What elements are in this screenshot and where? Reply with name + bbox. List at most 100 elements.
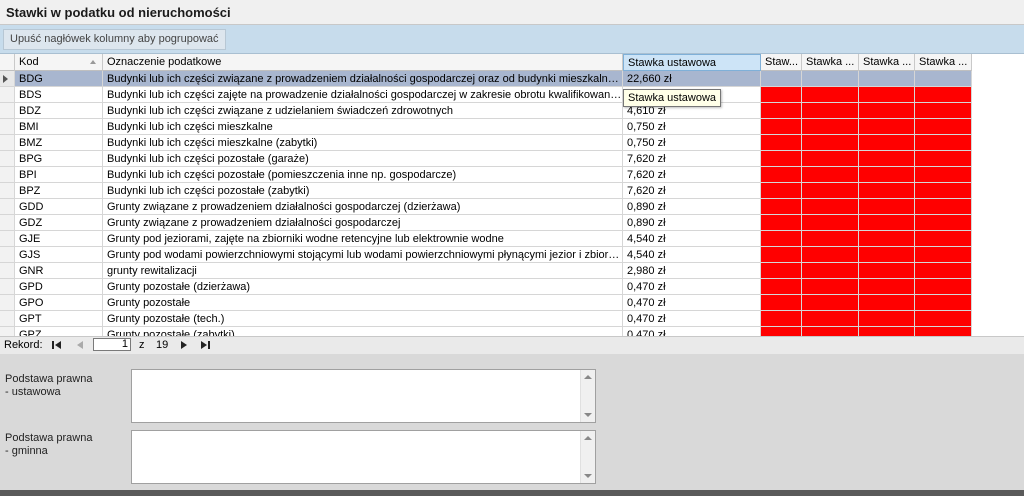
column-header-stawka-4[interactable]: Stawka ... — [915, 54, 972, 71]
cell-stawka-extra[interactable] — [915, 215, 972, 231]
row-indicator[interactable] — [0, 135, 15, 151]
cell-stawka-extra[interactable] — [761, 119, 802, 135]
rates-grid[interactable]: Kod Oznaczenie podatkowe Stawka ustawowa… — [0, 54, 1024, 336]
cell-kod[interactable]: GPT — [15, 311, 103, 327]
cell-stawka[interactable]: 4,540 zł — [623, 247, 761, 263]
cell-stawka-extra[interactable] — [915, 295, 972, 311]
row-indicator[interactable] — [0, 295, 15, 311]
column-header-stawka-ustawowa[interactable]: Stawka ustawowa — [623, 54, 761, 71]
cell-stawka-extra[interactable] — [915, 279, 972, 295]
cell-stawka-extra[interactable] — [761, 327, 802, 336]
cell-kod[interactable]: GNR — [15, 263, 103, 279]
cell-stawka-extra[interactable] — [859, 119, 915, 135]
row-indicator[interactable] — [0, 247, 15, 263]
first-record-button[interactable] — [50, 339, 64, 352]
row-indicator[interactable] — [0, 215, 15, 231]
cell-stawka-extra[interactable] — [859, 279, 915, 295]
cell-stawka-extra[interactable] — [915, 167, 972, 183]
last-record-button[interactable] — [199, 339, 213, 352]
cell-kod[interactable]: BPG — [15, 151, 103, 167]
cell-oznaczenie[interactable]: Budynki lub ich części pozostałe (pomies… — [103, 167, 623, 183]
cell-stawka-extra[interactable] — [761, 167, 802, 183]
cell-stawka-extra[interactable] — [859, 135, 915, 151]
cell-kod[interactable]: GDZ — [15, 215, 103, 231]
cell-stawka-extra[interactable] — [915, 87, 972, 103]
row-indicator[interactable] — [0, 183, 15, 199]
cell-stawka-extra[interactable] — [761, 279, 802, 295]
next-record-button[interactable] — [177, 339, 191, 352]
previous-record-button[interactable] — [74, 339, 88, 352]
cell-stawka-extra[interactable] — [859, 199, 915, 215]
column-header-stawka-1[interactable]: Staw... — [761, 54, 802, 71]
cell-oznaczenie[interactable]: Budynki lub ich części zajęte na prowadz… — [103, 87, 623, 103]
cell-stawka-extra[interactable] — [802, 263, 859, 279]
cell-stawka-extra[interactable] — [802, 215, 859, 231]
memo-scrollbar[interactable] — [580, 431, 595, 483]
cell-stawka[interactable]: 7,620 zł — [623, 183, 761, 199]
cell-stawka-extra[interactable] — [915, 231, 972, 247]
table-row[interactable]: BDS Budynki lub ich części zajęte na prow… — [0, 87, 972, 103]
cell-stawka-extra[interactable] — [802, 311, 859, 327]
row-indicator[interactable] — [0, 119, 15, 135]
cell-stawka-extra[interactable] — [802, 231, 859, 247]
cell-stawka-extra[interactable] — [761, 215, 802, 231]
cell-kod[interactable]: GPZ — [15, 327, 103, 336]
cell-oznaczenie[interactable]: Budynki lub ich części związane z udziel… — [103, 103, 623, 119]
memo-scrollbar[interactable] — [580, 370, 595, 422]
cell-stawka-extra[interactable] — [915, 119, 972, 135]
cell-stawka-extra[interactable] — [859, 103, 915, 119]
cell-kod[interactable]: GPO — [15, 295, 103, 311]
table-row[interactable]: GPT Grunty pozostałe (tech.) 0,470 zł — [0, 311, 972, 327]
row-indicator[interactable] — [0, 151, 15, 167]
cell-kod[interactable]: GPD — [15, 279, 103, 295]
cell-stawka-extra[interactable] — [761, 247, 802, 263]
cell-stawka[interactable]: 0,750 zł — [623, 135, 761, 151]
table-row[interactable]: GJE Grunty pod jeziorami, zajęte na zbior… — [0, 231, 972, 247]
row-indicator[interactable] — [0, 103, 15, 119]
row-indicator[interactable] — [0, 167, 15, 183]
column-header-stawka-3[interactable]: Stawka ... — [859, 54, 915, 71]
cell-stawka-extra[interactable] — [915, 183, 972, 199]
cell-stawka-extra[interactable] — [915, 311, 972, 327]
cell-stawka-extra[interactable] — [859, 71, 915, 87]
table-row[interactable]: BPI Budynki lub ich części pozostałe (pom… — [0, 167, 972, 183]
cell-oznaczenie[interactable]: grunty rewitalizacji — [103, 263, 623, 279]
cell-stawka-extra[interactable] — [802, 103, 859, 119]
cell-stawka-extra[interactable] — [915, 103, 972, 119]
cell-kod[interactable]: BDG — [15, 71, 103, 87]
cell-kod[interactable]: GDD — [15, 199, 103, 215]
cell-stawka-extra[interactable] — [761, 151, 802, 167]
row-indicator[interactable] — [0, 71, 15, 87]
column-header-kod[interactable]: Kod — [15, 54, 103, 71]
cell-stawka-extra[interactable] — [915, 135, 972, 151]
cell-stawka-extra[interactable] — [915, 151, 972, 167]
cell-stawka[interactable]: 0,470 zł — [623, 295, 761, 311]
cell-oznaczenie[interactable]: Budynki lub ich części związane z prowad… — [103, 71, 623, 87]
cell-stawka-extra[interactable] — [761, 311, 802, 327]
table-row[interactable]: BPZ Budynki lub ich części pozostałe (zab… — [0, 183, 972, 199]
cell-stawka-extra[interactable] — [802, 135, 859, 151]
cell-kod[interactable]: BMI — [15, 119, 103, 135]
cell-stawka-extra[interactable] — [859, 215, 915, 231]
cell-stawka-extra[interactable] — [802, 167, 859, 183]
cell-stawka-extra[interactable] — [802, 151, 859, 167]
table-row[interactable]: GDD Grunty związane z prowadzeniem działa… — [0, 199, 972, 215]
cell-stawka[interactable]: 0,470 zł — [623, 311, 761, 327]
table-row[interactable]: GDZ Grunty związane z prowadzeniem działa… — [0, 215, 972, 231]
row-indicator[interactable] — [0, 279, 15, 295]
table-row[interactable]: BMZ Budynki lub ich części mieszkalne (za… — [0, 135, 972, 151]
cell-stawka-extra[interactable] — [761, 263, 802, 279]
cell-stawka-extra[interactable] — [859, 263, 915, 279]
cell-oznaczenie[interactable]: Budynki lub ich części mieszkalne (zabyt… — [103, 135, 623, 151]
cell-oznaczenie[interactable]: Grunty pozostałe (dzierżawa) — [103, 279, 623, 295]
cell-stawka-extra[interactable] — [859, 151, 915, 167]
cell-stawka[interactable]: 0,890 zł — [623, 199, 761, 215]
table-row[interactable]: GJS Grunty pod wodami powierzchniowymi st… — [0, 247, 972, 263]
table-row[interactable]: GPO Grunty pozostałe 0,470 zł — [0, 295, 972, 311]
cell-stawka-extra[interactable] — [802, 279, 859, 295]
cell-stawka-extra[interactable] — [761, 71, 802, 87]
group-by-panel[interactable]: Upuść nagłówek kolumny aby pogrupować — [0, 25, 1024, 54]
row-indicator[interactable] — [0, 87, 15, 103]
cell-oznaczenie[interactable]: Grunty pozostałe — [103, 295, 623, 311]
cell-stawka-extra[interactable] — [802, 327, 859, 336]
